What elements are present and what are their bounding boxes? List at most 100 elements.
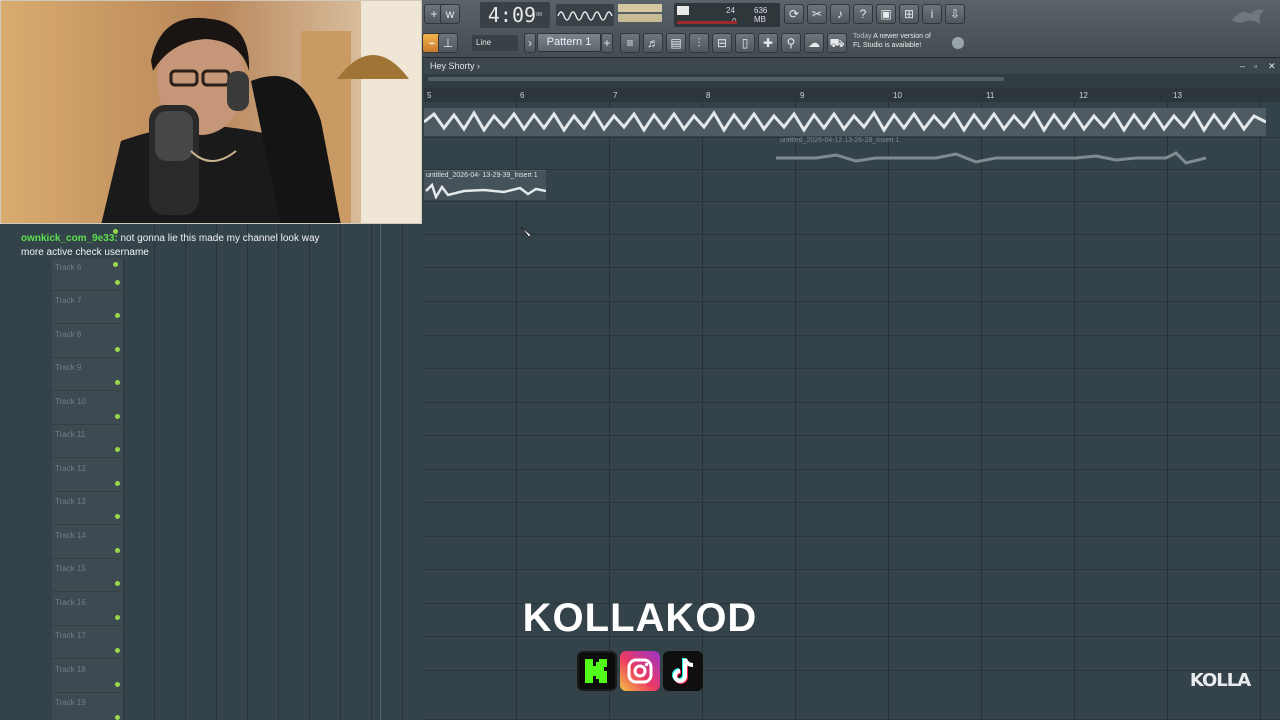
plugin-icon[interactable]: ✚ [758, 33, 778, 53]
track-row[interactable] [424, 235, 1280, 268]
stream-brand-title: KOLLAKOD [522, 596, 758, 640]
track-row[interactable] [424, 503, 1280, 537]
track-header[interactable]: Track 19 [52, 693, 124, 720]
track-row[interactable] [424, 637, 1280, 671]
master-pitch-meter[interactable] [618, 14, 662, 22]
mic-icon[interactable]: ♪ [830, 4, 850, 24]
refresh-icon[interactable]: ⟳ [784, 4, 804, 24]
track-led[interactable] [115, 514, 120, 519]
stamp-icon[interactable]: ⊥ [438, 33, 458, 53]
ruler-mark: 6 [520, 91, 525, 100]
track-row[interactable] [424, 302, 1280, 336]
track-header[interactable]: Track 15 [52, 559, 124, 592]
track-led[interactable] [115, 447, 120, 452]
track-led[interactable] [115, 280, 120, 285]
pattern-selector[interactable]: Pattern 1 [537, 33, 601, 52]
playlist-title: Hey Shorty [430, 61, 475, 71]
help-icon[interactable]: ? [853, 4, 873, 24]
audio-clip-main[interactable] [424, 108, 1266, 136]
info-icon[interactable]: i [922, 4, 942, 24]
track-header[interactable]: Track 8 [52, 325, 124, 358]
cpu-voices: 24 [726, 6, 735, 15]
track-label: Track 14 [55, 531, 86, 540]
track-header[interactable]: Track 13 [52, 492, 124, 525]
track-header[interactable]: Track 9 [52, 358, 124, 391]
track-led[interactable] [113, 262, 118, 267]
track-header[interactable]: Track 12 [52, 459, 124, 492]
cpu-bar [677, 6, 689, 15]
pencil-cursor-icon [520, 226, 532, 238]
pattern-add-icon[interactable]: + [601, 33, 613, 53]
playlist-grid-left[interactable] [124, 224, 424, 720]
master-volume-meter[interactable] [618, 4, 662, 12]
track-row[interactable] [424, 436, 1280, 470]
download-icon[interactable]: ⇩ [945, 4, 965, 24]
track-label: Track 19 [55, 698, 86, 707]
pattern-prev-icon[interactable]: › [524, 33, 536, 53]
track-led[interactable] [115, 481, 120, 486]
track-row[interactable] [424, 369, 1280, 403]
cart-icon[interactable]: ⛟ [827, 33, 847, 53]
kick-icon [577, 651, 617, 691]
playlist-title-bar: Hey Shorty › – ▫ ✕ [424, 58, 1280, 74]
track-header[interactable]: Track 18 [52, 660, 124, 693]
track-header[interactable]: Track 14 [52, 526, 124, 559]
track-header[interactable]: Track 11 [52, 425, 124, 458]
horizontal-scrollbar[interactable] [428, 77, 1004, 81]
mixer-view-icon[interactable]: ⫶ [689, 33, 709, 53]
tiktok-icon [663, 651, 703, 691]
template-icon[interactable]: ▯ [735, 33, 755, 53]
song-time-display: 4:0900 [480, 2, 550, 28]
audio-clip-short[interactable]: untitled_2026-04- 13-29-39_Insert 1 [424, 170, 546, 200]
track-led[interactable] [115, 380, 120, 385]
cpu-memory-panel: 24 0 636 MB [674, 3, 780, 27]
minimize-icon[interactable]: – [1240, 58, 1245, 74]
track-led[interactable] [115, 682, 120, 687]
track-led[interactable] [115, 648, 120, 653]
ruler-mark: 10 [893, 91, 902, 100]
audio-clip-muted[interactable]: untitled_2026-04-12 13-26-28_Insert 1 [776, 137, 1206, 167]
track-row[interactable] [424, 170, 1280, 202]
tool-icon[interactable]: ⚲ [781, 33, 801, 53]
track-header[interactable]: Track 10 [52, 392, 124, 425]
track-led[interactable] [115, 347, 120, 352]
track-led[interactable] [115, 414, 120, 419]
close-icon[interactable]: ✕ [1268, 58, 1276, 74]
maximize-icon[interactable]: ▫ [1254, 58, 1257, 74]
track-led[interactable] [115, 715, 120, 720]
globe-icon[interactable] [952, 37, 964, 49]
track-row[interactable] [424, 671, 1280, 720]
time-value: 4:09 [487, 3, 537, 27]
cloud-icon[interactable]: ☁ [804, 33, 824, 53]
track-row[interactable] [424, 336, 1280, 369]
track-label: Track 12 [55, 464, 86, 473]
snap-select[interactable]: Line [472, 35, 518, 51]
news-today: Today [853, 33, 872, 40]
playlist-icon[interactable]: ≡ [620, 33, 640, 53]
piano-roll-icon[interactable]: ♬ [643, 33, 663, 53]
channel-rack-icon[interactable]: ▤ [666, 33, 686, 53]
mixer-icon[interactable]: ⊞ [899, 4, 919, 24]
fl-logo-icon [1232, 9, 1264, 24]
cut-icon[interactable]: ✂ [807, 4, 827, 24]
track-label: Track 8 [55, 330, 82, 339]
track-row[interactable] [424, 537, 1280, 570]
track-header[interactable]: Track 17 [52, 626, 124, 659]
track-row[interactable] [424, 202, 1280, 235]
track-row[interactable] [424, 403, 1280, 436]
save-icon[interactable]: ▣ [876, 4, 896, 24]
track-row[interactable] [424, 470, 1280, 503]
track-header[interactable]: Track 16 [52, 593, 124, 626]
track-led[interactable] [115, 548, 120, 553]
track-header[interactable]: Track 7 [52, 291, 124, 324]
browser-icon[interactable]: ⊟ [712, 33, 732, 53]
playhead-line[interactable] [380, 224, 381, 720]
track-led[interactable] [115, 313, 120, 318]
track-row[interactable] [424, 268, 1280, 302]
update-notice[interactable]: Today A newer version of FL Studio is av… [853, 32, 953, 50]
wait-record-icon[interactable]: w [440, 4, 460, 24]
timeline-ruler[interactable]: 5 6 7 8 9 10 11 12 13 [424, 88, 1280, 102]
track-label: Track 16 [55, 598, 86, 607]
track-led[interactable] [115, 581, 120, 586]
track-led[interactable] [115, 615, 120, 620]
